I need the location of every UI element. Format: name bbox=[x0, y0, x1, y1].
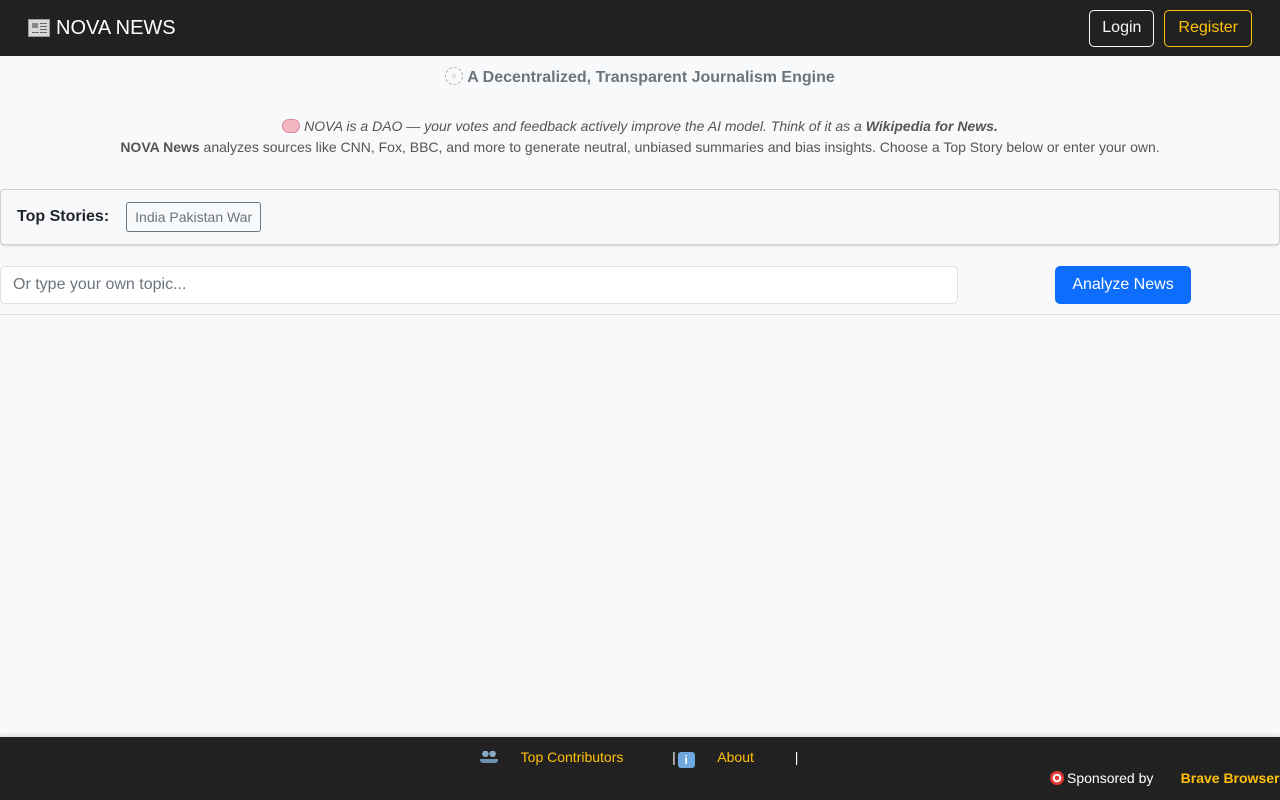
top-stories-label: Top Stories: bbox=[17, 208, 110, 225]
footer: Top Contributors | i About | Sponsored by… bbox=[0, 737, 1280, 800]
brand-title: NOVA NEWS bbox=[56, 16, 176, 39]
analyze-news-button[interactable]: Analyze News bbox=[1055, 266, 1191, 304]
target-icon bbox=[1050, 771, 1064, 785]
dao-text: NOVA is a DAO — your votes and feedback … bbox=[304, 118, 866, 134]
divider bbox=[0, 314, 1280, 315]
newspaper-icon bbox=[28, 19, 50, 37]
register-button[interactable]: Register bbox=[1164, 9, 1252, 47]
topic-input[interactable] bbox=[0, 266, 958, 304]
sponsor: Sponsored by Brave Browser bbox=[1050, 770, 1279, 786]
search-row: Analyze News bbox=[0, 266, 1280, 304]
footer-separator: | bbox=[794, 749, 799, 765]
auth-buttons: Login Register bbox=[1089, 9, 1252, 47]
sponsor-link[interactable]: Brave Browser bbox=[1181, 770, 1280, 786]
analysis-text: analyzes sources like CNN, Fox, BBC, and… bbox=[199, 139, 1160, 155]
brain-icon bbox=[282, 119, 301, 133]
tagline-text: A Decentralized, Transparent Journalism … bbox=[467, 69, 835, 86]
about-link[interactable]: About bbox=[717, 749, 754, 765]
intro: NOVA is a DAO — your votes and feedback … bbox=[0, 116, 1280, 158]
dao-line: NOVA is a DAO — your votes and feedback … bbox=[0, 116, 1280, 137]
info-icon: i bbox=[677, 752, 695, 768]
footer-separator: | bbox=[672, 749, 676, 765]
web-icon bbox=[445, 67, 464, 85]
dao-bold: Wikipedia for News. bbox=[865, 118, 998, 134]
footer-links: Top Contributors | i About | bbox=[0, 749, 1280, 768]
brand[interactable]: NOVA NEWS bbox=[28, 17, 176, 40]
login-button[interactable]: Login bbox=[1089, 9, 1155, 47]
top-navbar: NOVA NEWS Login Register bbox=[0, 0, 1280, 56]
top-stories-panel: Top Stories: India Pakistan War bbox=[0, 189, 1280, 245]
analysis-bold: NOVA News bbox=[120, 139, 200, 155]
tagline: A Decentralized, Transparent Journalism … bbox=[0, 67, 1280, 87]
people-icon bbox=[479, 751, 498, 763]
sponsored-by-label: Sponsored by bbox=[1067, 770, 1154, 786]
story-chip[interactable]: India Pakistan War bbox=[126, 202, 262, 232]
analysis-line: NOVA News analyzes sources like CNN, Fox… bbox=[0, 137, 1280, 158]
top-contributors-link[interactable]: Top Contributors bbox=[521, 749, 624, 765]
